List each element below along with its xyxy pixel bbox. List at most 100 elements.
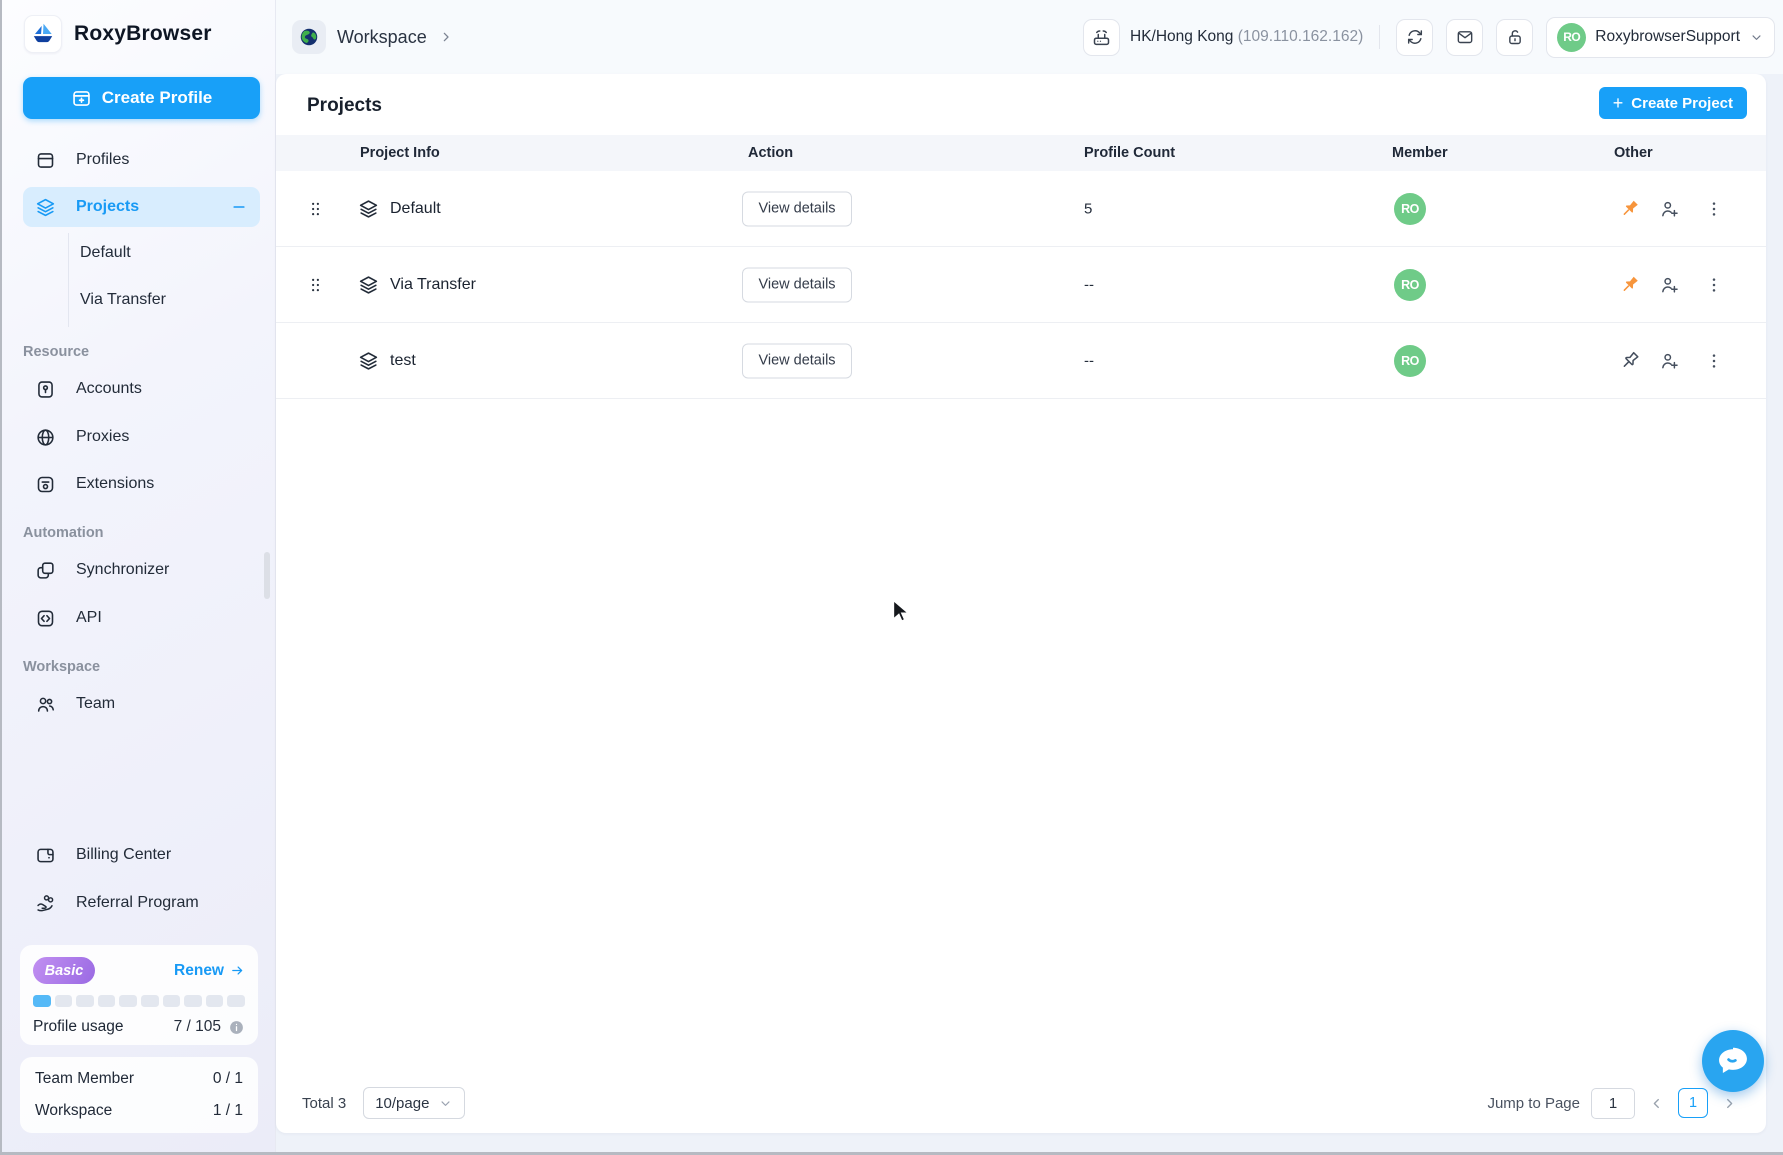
sidebar-item-api[interactable]: API (23, 598, 260, 638)
window-plus-icon (71, 88, 92, 109)
sidebar-item-label: Accounts (76, 380, 142, 397)
app-logo: RoxyBrowser (24, 12, 212, 56)
proxy-region: HK/Hong Kong (1130, 28, 1234, 45)
chevron-right-icon (438, 29, 454, 45)
breadcrumb[interactable]: Workspace (292, 20, 454, 54)
drag-handle-icon[interactable] (306, 275, 325, 294)
table-row: Via Transfer View details -- RO (276, 247, 1766, 323)
prev-page-button[interactable] (1646, 1095, 1667, 1112)
view-details-button[interactable]: View details (742, 343, 852, 378)
profile-usage-bar (33, 995, 245, 1007)
create-profile-button[interactable]: Create Profile (23, 77, 260, 119)
sidebar-item-extensions[interactable]: Extensions (23, 464, 260, 504)
chevron-left-icon (1648, 1095, 1665, 1112)
page-title: Projects (307, 95, 382, 116)
chevron-down-icon (1749, 30, 1764, 45)
project-layers-icon (358, 198, 379, 219)
sidebar-item-profiles[interactable]: Profiles (23, 140, 260, 180)
member-avatar: RO (1394, 344, 1426, 377)
project-layers-icon (358, 350, 379, 371)
sidebar-item-accounts[interactable]: Accounts (23, 369, 260, 409)
account-menu[interactable]: RO RoxybrowserSupport (1546, 16, 1775, 58)
lock-button[interactable] (1496, 18, 1534, 56)
sidebar-item-proxies[interactable]: Proxies (23, 417, 260, 457)
more-actions-icon[interactable] (1704, 199, 1724, 219)
subitem-label: Default (80, 244, 131, 261)
mail-button[interactable] (1446, 18, 1484, 56)
support-chat-button[interactable] (1702, 1030, 1764, 1092)
create-project-label: Create Project (1631, 94, 1733, 112)
drag-handle-icon[interactable] (306, 199, 325, 218)
profiles-window-icon (35, 150, 56, 171)
workspace-label: Workspace (35, 1102, 113, 1119)
sailboat-logo-icon (24, 15, 62, 53)
proxy-indicator[interactable]: HK/Hong Kong (109.110.162.162) (1083, 18, 1363, 56)
chevron-right-icon (1721, 1095, 1738, 1112)
refresh-button[interactable] (1396, 18, 1434, 56)
info-icon[interactable] (228, 1019, 245, 1036)
plan-card: Basic Renew Profile usage 7 / 105 (20, 945, 258, 1045)
collapse-minus-icon[interactable] (230, 198, 248, 216)
jump-to-page-label: Jump to Page (1487, 1094, 1580, 1112)
add-member-icon[interactable] (1659, 350, 1680, 371)
sidebar-item-billing-center[interactable]: Billing Center (23, 835, 260, 875)
sidebar-item-label: Referral Program (76, 894, 199, 911)
breadcrumb-label: Workspace (337, 26, 427, 47)
jump-to-page-input[interactable] (1591, 1087, 1635, 1119)
lock-icon (1505, 27, 1525, 47)
more-actions-icon[interactable] (1704, 275, 1724, 295)
pin-icon[interactable] (1618, 349, 1641, 372)
pin-icon[interactable] (1618, 273, 1641, 296)
sidebar-subitem-default[interactable]: Default (69, 233, 248, 273)
page-size-select[interactable]: 10/page (363, 1087, 466, 1119)
member-avatar: RO (1394, 268, 1426, 301)
next-page-button[interactable] (1719, 1095, 1740, 1112)
section-label-workspace: Workspace (23, 659, 101, 675)
plus-icon: + (1612, 92, 1624, 113)
project-name: test (390, 351, 416, 369)
quota-card: Team Member 0 / 1 Workspace 1 / 1 (20, 1057, 258, 1133)
section-label-automation: Automation (23, 525, 104, 541)
account-avatar: RO (1557, 22, 1587, 52)
page-number-button[interactable]: 1 (1678, 1088, 1708, 1118)
add-member-icon[interactable] (1659, 198, 1680, 219)
sidebar-subitem-via-transfer[interactable]: Via Transfer (69, 280, 248, 320)
view-details-button[interactable]: View details (742, 191, 852, 226)
hand-coins-icon (35, 893, 56, 914)
router-icon (1083, 18, 1120, 56)
create-project-button[interactable]: + Create Project (1598, 87, 1747, 119)
sidebar-item-projects[interactable]: Projects (23, 187, 260, 227)
workspace-value: 1 / 1 (212, 1102, 243, 1119)
profile-usage-value: 7 / 105 (173, 1018, 221, 1035)
pin-icon[interactable] (1618, 197, 1641, 220)
sidebar-item-synchronizer[interactable]: Synchronizer (23, 550, 260, 590)
add-member-icon[interactable] (1659, 274, 1680, 295)
section-label-resource: Resource (23, 344, 90, 360)
projects-subtree: Default Via Transfer (68, 233, 248, 327)
sidebar-item-team[interactable]: Team (23, 684, 260, 724)
sidebar-item-referral-program[interactable]: Referral Program (23, 883, 260, 923)
view-details-button[interactable]: View details (742, 267, 852, 302)
sidebar: RoxyBrowser Create Profile Profiles Proj… (2, 0, 276, 1152)
sidebar-item-label: Extensions (76, 475, 155, 492)
sync-squares-icon (35, 560, 56, 581)
sidebar-item-label: API (76, 609, 102, 626)
column-project-info: Project Info (360, 145, 440, 161)
subitem-label: Via Transfer (80, 291, 166, 308)
sidebar-scrollbar[interactable] (264, 552, 270, 599)
sidebar-item-label: Synchronizer (76, 561, 170, 578)
chevron-down-icon (438, 1096, 453, 1111)
column-other: Other (1614, 145, 1653, 161)
arrow-right-icon (230, 963, 245, 978)
refresh-icon (1405, 27, 1425, 47)
more-actions-icon[interactable] (1704, 351, 1724, 371)
profile-count-value: -- (1084, 352, 1094, 369)
badge-keyhole-icon (35, 379, 56, 400)
team-member-value: 0 / 1 (212, 1070, 243, 1087)
renew-link[interactable]: Renew (174, 962, 245, 980)
roxybrowser-window: RoxyBrowser Create Profile Profiles Proj… (0, 0, 1783, 1155)
profile-usage-label: Profile usage (33, 1018, 124, 1035)
sidebar-item-label: Profiles (76, 151, 130, 168)
top-bar: Workspace HK/Hong Kong (109.110.162.162)… (276, 0, 1783, 74)
column-member: Member (1392, 145, 1448, 161)
